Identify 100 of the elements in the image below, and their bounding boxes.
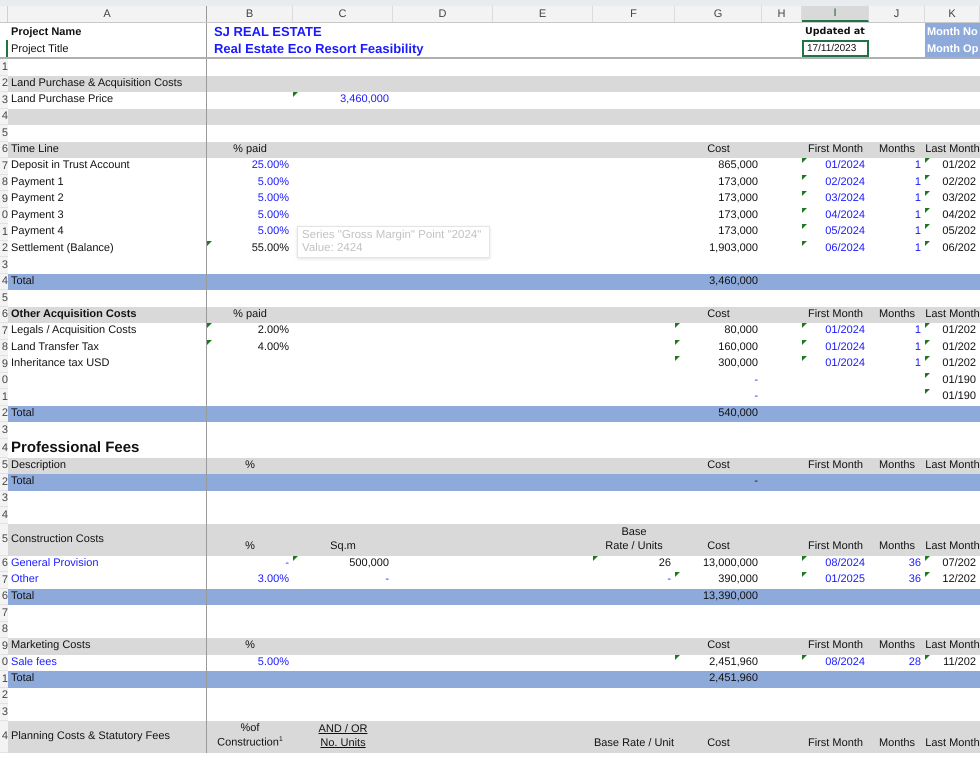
row-number[interactable]: 6 <box>0 556 8 572</box>
row-number[interactable]: 8 <box>0 174 8 191</box>
updated-date-cell[interactable]: 17/11/2023 <box>802 40 869 57</box>
row-number[interactable]: 1 <box>0 389 8 406</box>
table-cell-text: % <box>244 538 256 554</box>
row-number[interactable]: 1 <box>0 59 8 76</box>
table-cell-text: %of Construction$^{1}$ <box>216 721 284 751</box>
table-cell: 01/190 <box>925 389 980 406</box>
row-number[interactable]: 7 <box>0 572 8 588</box>
table-cell-text: Months <box>878 458 916 473</box>
table-cell: 11/202 <box>925 654 980 671</box>
table-cell: 500,000 <box>293 556 393 572</box>
row-number[interactable]: 5 <box>0 125 8 142</box>
row-number[interactable]: 2 <box>0 406 8 422</box>
table-cell: 06/2024 <box>802 240 869 257</box>
table-cell-text: - <box>753 474 759 490</box>
table-cell: 03/202 <box>925 191 980 208</box>
row-number[interactable]: 6 <box>0 306 8 323</box>
table-cell-text: First Month <box>806 638 864 654</box>
row-number[interactable]: 0 <box>0 654 8 671</box>
table-cell: 12/202 <box>925 572 980 588</box>
row-number[interactable]: 4 <box>0 438 8 458</box>
table-cell-text: 865,000 <box>717 158 759 174</box>
row-number[interactable]: 2 <box>0 240 8 257</box>
row-number[interactable]: 3 <box>0 422 8 438</box>
table-cell-text: - <box>384 572 390 588</box>
table-cell-text: Last Month <box>925 736 980 751</box>
table-cell: 05/202 <box>925 224 980 240</box>
table-cell: 2,451,960 <box>675 654 762 671</box>
table-cell: 3,460,000 <box>293 92 393 108</box>
table-cell-text: Last Month <box>925 638 980 654</box>
row-number[interactable]: 0 <box>0 208 8 224</box>
table-cell-text: First Month <box>806 458 864 473</box>
table-cell-text: Months <box>878 736 916 751</box>
table-cell-text: 1 <box>914 356 922 372</box>
column-header[interactable]: I <box>802 6 869 22</box>
table-cell: 390,000 <box>675 572 762 588</box>
table-cell-text: 1 <box>914 158 922 174</box>
row-number[interactable]: 3 <box>0 490 8 507</box>
row-number[interactable]: 8 <box>0 340 8 356</box>
row-number[interactable]: 6 <box>0 588 8 605</box>
table-cell-text: 1 <box>914 208 922 223</box>
tooltip-text: Series "Gross Margin" Point "2024" <box>302 229 482 241</box>
table-cell: 01/202 <box>925 340 980 356</box>
row-number[interactable]: 5 <box>0 524 8 556</box>
table-cell-text: 173,000 <box>717 224 759 240</box>
table-cell-text: Last Month <box>925 458 980 473</box>
table-cell: 160,000 <box>675 340 762 356</box>
table-cell-text: Cost <box>706 538 731 554</box>
table-cell: Month No <box>925 23 980 40</box>
table-cell-text: 173,000 <box>717 208 759 223</box>
table-cell: 4.00% <box>207 340 293 356</box>
table-cell-text: 13,390,000 <box>702 588 759 604</box>
row-number[interactable]: 9 <box>0 356 8 372</box>
table-cell-text: 3.00% <box>256 572 290 588</box>
row-number[interactable]: 5 <box>0 458 8 474</box>
table-cell-text: Base Rate / Units <box>604 525 664 554</box>
row-number[interactable]: 2 <box>0 688 8 704</box>
row-number[interactable]: 3 <box>0 704 8 720</box>
table-cell-text: Months <box>878 538 916 554</box>
table-cell-text: 173,000 <box>717 174 759 190</box>
table-cell-text: Cost <box>706 458 731 473</box>
table-cell: 02/2024 <box>802 174 869 191</box>
table-cell: 04/2024 <box>802 208 869 224</box>
table-cell: 2.00% <box>207 323 293 340</box>
row-number[interactable]: 4 <box>0 720 8 752</box>
row-number[interactable]: 1 <box>0 671 8 688</box>
row-number[interactable]: 7 <box>0 605 8 622</box>
table-cell-text: 5.00% <box>256 191 290 206</box>
row-number[interactable]: 2 <box>0 76 8 92</box>
row-number[interactable]: 8 <box>0 622 8 638</box>
table-cell: 01/2024 <box>802 323 869 340</box>
table-cell-text: % paid <box>232 306 268 322</box>
table-cell: 03/2024 <box>802 191 869 208</box>
table-cell: 01/2024 <box>802 356 869 372</box>
table-cell-text: First Month <box>806 142 864 157</box>
table-cell-text: First Month <box>806 538 864 554</box>
table-cell-text: 36 <box>908 572 922 588</box>
row-number[interactable]: 9 <box>0 191 8 208</box>
table-cell-text: Base Rate / Unit <box>593 736 675 751</box>
table-cell-text: 1 <box>914 191 922 206</box>
table-cell: 26 <box>593 556 675 572</box>
row-number[interactable]: 3 <box>0 92 8 108</box>
row-number[interactable]: 7 <box>0 158 8 174</box>
row-number[interactable]: 4 <box>0 274 8 290</box>
row-number[interactable]: 4 <box>0 108 8 125</box>
row-number[interactable]: 7 <box>0 323 8 340</box>
row-number[interactable]: 2 <box>0 474 8 490</box>
row-number[interactable]: 3 <box>0 257 8 274</box>
table-cell: Month Op <box>925 40 980 57</box>
row-number[interactable]: 1 <box>0 224 8 240</box>
row-number[interactable]: 5 <box>0 290 8 306</box>
table-cell: 04/202 <box>925 208 980 224</box>
row-number[interactable]: 4 <box>0 507 8 524</box>
row-number[interactable]: 9 <box>0 638 8 654</box>
table-cell-text: 5.00% <box>256 654 290 670</box>
table-cell: 08/2024 <box>802 654 869 671</box>
row-number[interactable]: 0 <box>0 372 8 389</box>
row-number[interactable]: 6 <box>0 142 8 158</box>
table-cell-text: 1 <box>914 240 922 256</box>
